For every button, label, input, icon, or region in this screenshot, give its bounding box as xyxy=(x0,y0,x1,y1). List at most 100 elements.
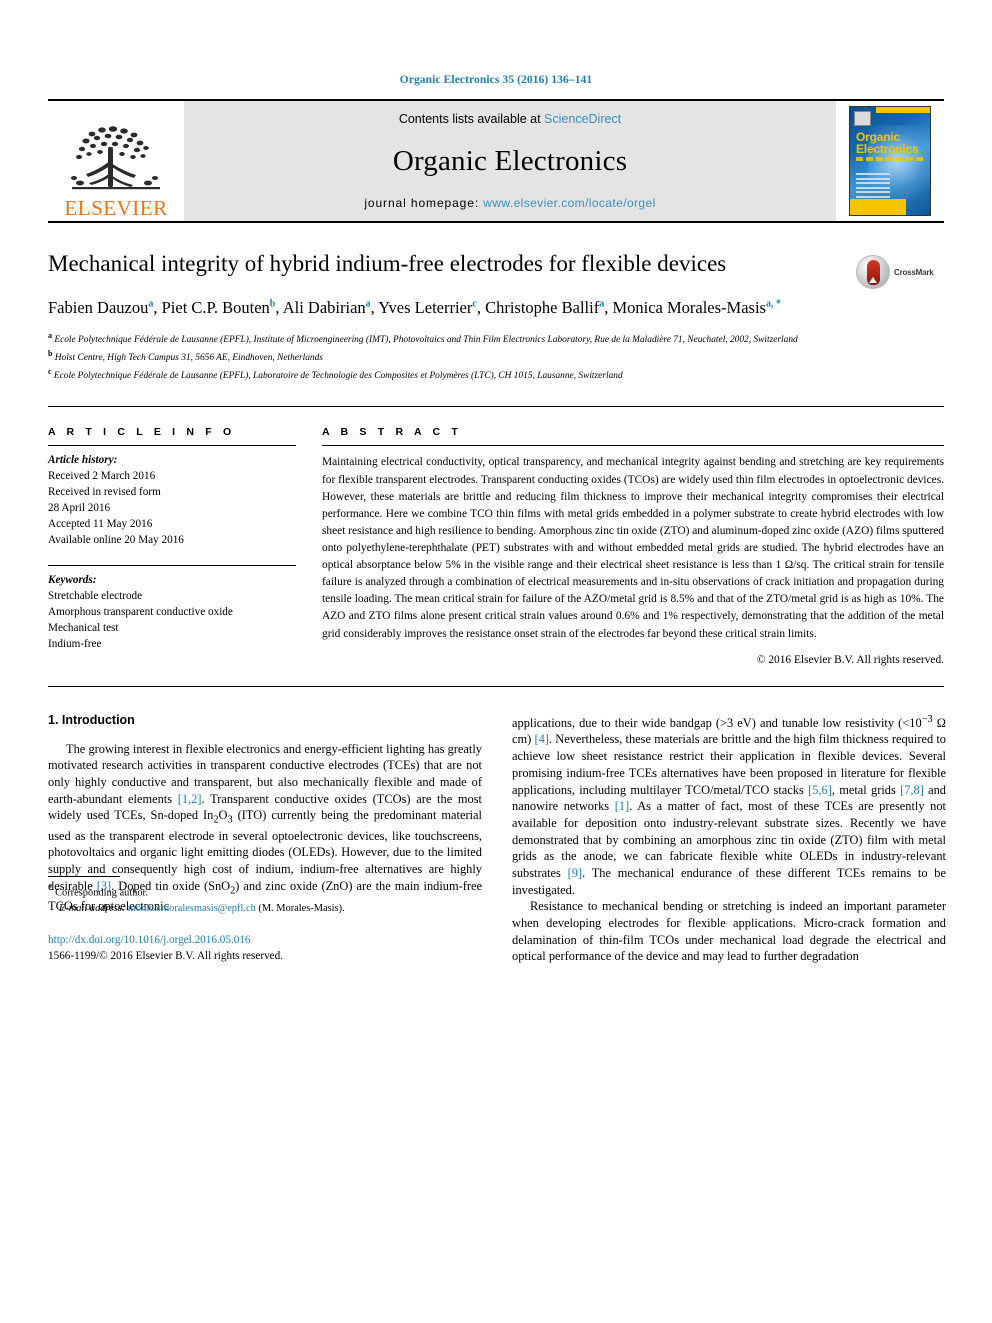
affiliation-marker: c xyxy=(48,367,52,377)
affiliation-item: c Ecole Polytechnique Fédérale de Lausan… xyxy=(48,366,848,384)
history-item: 28 April 2016 xyxy=(48,502,111,515)
author-affiliation-marker[interactable]: a, * xyxy=(766,298,781,309)
running-head: Organic Electronics 35 (2016) 136–141 xyxy=(399,74,593,86)
abstract-column: A B S T R A C T Maintaining electrical c… xyxy=(322,426,944,666)
crossmark-badge[interactable]: CrossMark xyxy=(856,252,944,292)
author-name: Piet C.P. Bouten xyxy=(161,297,270,317)
intro-text-run: applications, due to their wide bandgap … xyxy=(512,715,922,730)
email-link[interactable]: monica.moralesmasis@epfl.ch xyxy=(128,903,256,914)
abstract-heading: A B S T R A C T xyxy=(322,426,462,439)
crossmark-label: CrossMark xyxy=(894,267,934,277)
abstract-body: Maintaining electrical conductivity, opt… xyxy=(322,454,944,642)
cover-subtitle-rule xyxy=(856,157,926,161)
author-entry: Piet C.P. Boutenb, xyxy=(162,298,283,317)
crossmark-icon xyxy=(856,255,890,289)
cover-image: Organic Electronics xyxy=(849,106,931,216)
section-number: 1. xyxy=(48,712,59,727)
page-title: Mechanical integrity of hybrid indium-fr… xyxy=(48,251,727,276)
body-column-left: 1. Introduction The growing interest in … xyxy=(48,713,482,965)
intro-paragraph-right-continued: applications, due to their wide bandgap … xyxy=(512,713,946,899)
elsevier-wordmark: ELSEVIER xyxy=(64,196,168,220)
abstract-bottom-rule xyxy=(48,685,944,687)
contents-available-line: Contents lists available at ScienceDirec… xyxy=(399,112,621,126)
banner-center: Contents lists available at ScienceDirec… xyxy=(184,101,836,221)
affiliation-text: Ecole Polytechnique Fédérale de Lausanne… xyxy=(53,371,623,382)
intro-text-run: O xyxy=(218,808,228,823)
contents-prefix: Contents lists available at xyxy=(398,112,545,126)
abstract-rule xyxy=(322,445,944,447)
history-item: Received in revised form xyxy=(48,486,161,499)
keywords-label: Keywords: xyxy=(48,573,97,586)
doi-block: http://dx.doi.org/10.1016/j.orgel.2016.0… xyxy=(48,933,482,965)
author-entry: Fabien Dauzoua, xyxy=(48,298,162,317)
article-info-column: A R T I C L E I N F O Article history: R… xyxy=(48,426,296,665)
citation-link[interactable]: [1] xyxy=(615,799,629,813)
author-entry: Monica Morales-Masisa, * xyxy=(612,298,781,317)
cover-title-line2: Electronics xyxy=(856,142,919,157)
author-separator: , xyxy=(153,297,162,317)
section-heading-introduction: 1. Introduction xyxy=(48,713,482,727)
corresponding-author-text: Corresponding author. xyxy=(52,887,149,899)
paper-page: Organic Electronics 35 (2016) 136–141 EL… xyxy=(0,0,992,1323)
journal-homepage-link[interactable]: www.elsevier.com/locate/orgel xyxy=(483,196,655,210)
corresponding-author-line: * Corresponding author. xyxy=(48,882,482,901)
cover-editor-lines xyxy=(856,173,890,200)
author-name: Ali Dabirian xyxy=(282,297,366,317)
citation-link[interactable]: [1,2] xyxy=(178,792,202,806)
author-name: Yves Leterrier xyxy=(378,297,473,317)
keywords-rule xyxy=(48,564,296,566)
author-entry: Ali Dabiriana, xyxy=(283,298,379,317)
footnote-block: * Corresponding author. E-mail address: … xyxy=(48,876,482,964)
keyword-item: Mechanical test xyxy=(48,621,119,634)
intro-paragraph-right-second: Resistance to mechanical bending or stre… xyxy=(512,899,946,964)
title-area: Mechanical integrity of hybrid indium-fr… xyxy=(48,250,944,384)
journal-title: Organic Electronics xyxy=(392,144,628,177)
elsevier-logo: ELSEVIER xyxy=(48,101,184,221)
citation-link[interactable]: [4] xyxy=(534,732,548,746)
affiliation-item: b Holst Centre, High Tech Campus 31, 565… xyxy=(48,348,848,366)
doi-link[interactable]: http://dx.doi.org/10.1016/j.orgel.2016.0… xyxy=(48,934,251,946)
article-info-heading: A R T I C L E I N F O xyxy=(48,426,236,439)
history-item: Available online 20 May 2016 xyxy=(48,534,184,547)
intro-text-run: , metal grids xyxy=(831,782,901,797)
citation-link[interactable]: [7,8] xyxy=(900,783,924,797)
section-title-text: Introduction xyxy=(61,712,135,727)
article-history-label: Article history: xyxy=(48,454,118,467)
keyword-item: Amorphous transparent conductive oxide xyxy=(48,605,233,618)
keyword-item: Indium-free xyxy=(48,637,102,650)
abstract-copyright: © 2016 Elsevier B.V. All rights reserved… xyxy=(756,653,944,666)
issn-copyright-line: 1566-1199/© 2016 Elsevier B.V. All right… xyxy=(48,949,284,962)
affiliation-item: a Ecole Polytechnique Fédérale de Lausan… xyxy=(48,330,848,348)
info-abstract-row: A R T I C L E I N F O Article history: R… xyxy=(48,426,944,666)
history-item: Received 2 March 2016 xyxy=(48,470,156,483)
journal-cover-thumbnail: Organic Electronics xyxy=(836,101,944,221)
homepage-prefix: journal homepage: xyxy=(364,196,484,210)
cover-footer-block xyxy=(850,199,906,215)
body-columns: 1. Introduction The growing interest in … xyxy=(48,713,946,965)
cover-badge-icon xyxy=(854,111,871,126)
abstract-text: Maintaining electrical conductivity, opt… xyxy=(322,456,945,640)
email-suffix: (M. Morales-Masis). xyxy=(255,903,345,914)
journal-homepage-line: journal homepage: www.elsevier.com/locat… xyxy=(364,196,655,210)
keyword-item: Stretchable electrode xyxy=(48,589,143,602)
author-list: Fabien Dauzoua, Piet C.P. Boutenb, Ali D… xyxy=(48,296,848,319)
info-section-top-rule xyxy=(48,406,944,408)
citation-link[interactable]: [9] xyxy=(568,866,582,880)
article-info-rule xyxy=(48,445,296,447)
affiliation-marker: a xyxy=(48,331,52,341)
affiliation-text: Holst Centre, High Tech Campus 31, 5656 … xyxy=(54,353,323,364)
sciencedirect-link[interactable]: ScienceDirect xyxy=(544,112,621,126)
article-history-block: Article history: Received 2 March 2016 R… xyxy=(48,453,296,548)
email-line: E-mail address: monica.moralesmasis@epfl… xyxy=(48,901,482,916)
author-name: Fabien Dauzou xyxy=(48,297,149,317)
author-entry: Yves Leterrierc, xyxy=(378,298,485,317)
affiliation-marker: b xyxy=(48,349,53,359)
author-name: Monica Morales-Masis xyxy=(612,297,766,317)
superscript: −3 xyxy=(921,713,933,725)
cover-top-bar xyxy=(876,107,930,113)
footnote-rule xyxy=(48,876,120,878)
email-label: E-mail address: xyxy=(59,903,128,914)
elsevier-tree-icon xyxy=(71,126,160,190)
journal-banner: ELSEVIER Contents lists available at Sci… xyxy=(48,99,944,223)
citation-link[interactable]: [5,6] xyxy=(808,783,832,797)
